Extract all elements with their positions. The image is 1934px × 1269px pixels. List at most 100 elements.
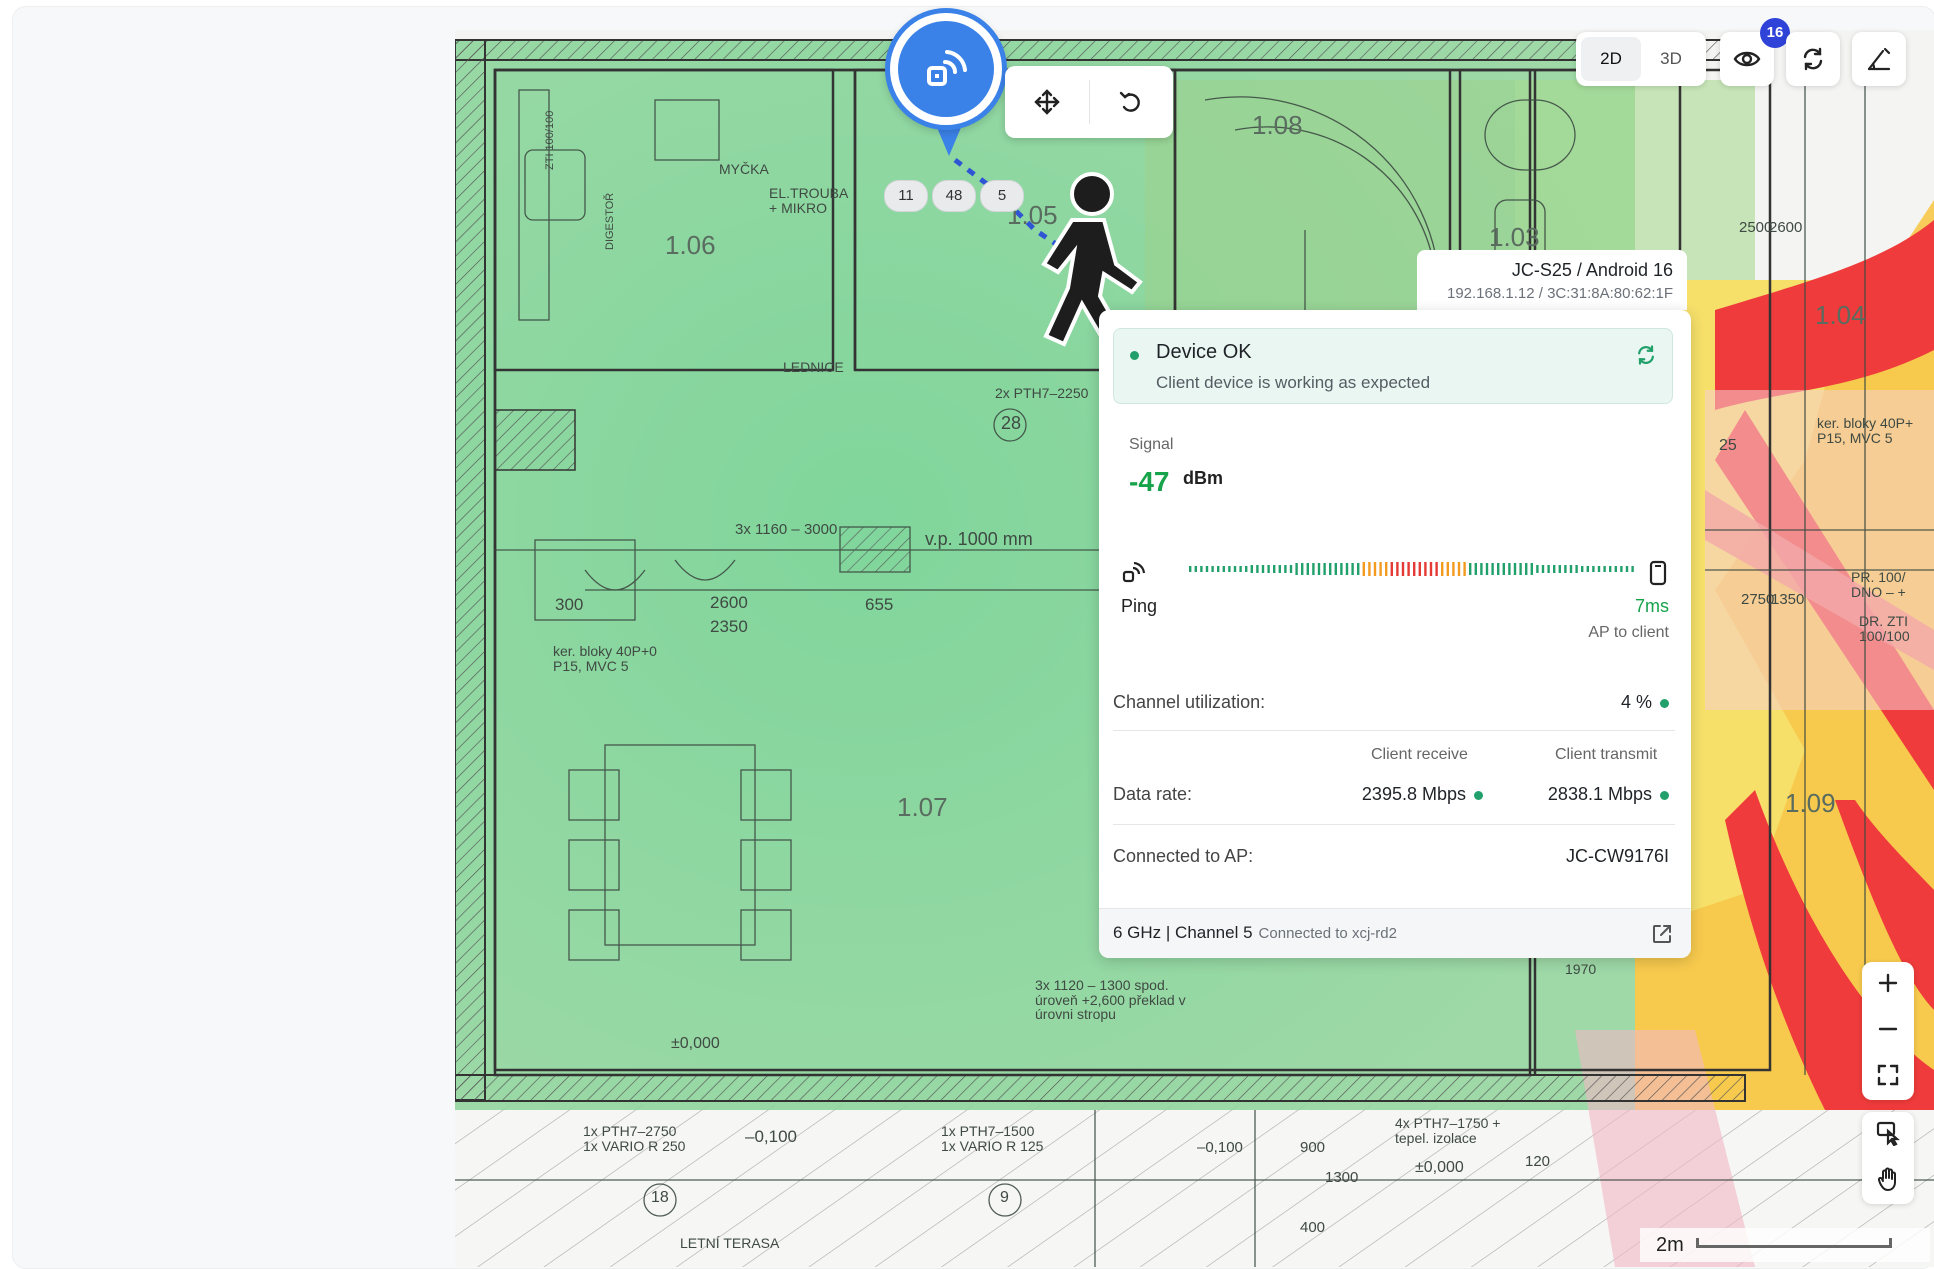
plan-annotation: ±0,000 [671,1035,720,1052]
plan-annotation: ker. bloky 40P+ P15, MVC 5 [1817,415,1914,446]
view-3d-button[interactable]: 3D [1641,37,1701,81]
channel-utilization-label: Channel utilization: [1113,692,1266,712]
plan-annotation: LETNÍ TERASA [680,1235,780,1251]
status-dot [1660,790,1669,800]
plan-annotation: 3x 1120 – 1300 spod. úroveň +2,600 překl… [1035,977,1186,1023]
plan-annotation: LEDNICE [783,359,844,375]
plan-annotation: 1300 [1325,1169,1359,1186]
connected-ap-value[interactable]: JC-CW9176I [1566,846,1669,867]
receive-rate: 2395.8 Mbps [1362,784,1483,805]
room-label: 1.09 [1785,788,1836,818]
ping-bar [1569,565,1573,573]
ping-quality-bars [1189,562,1634,576]
connected-to-text: Connected to xcj-rd2 [1258,925,1397,942]
ping-bar [1278,565,1281,573]
ping-bar [1463,562,1466,576]
channel-utilization-value: 4 % [1621,692,1669,713]
plan-annotation: 1x PTH7–2750 1x VARIO R 250 [583,1123,686,1154]
plan-annotation: PR. 100/ DNO – + [1851,569,1906,600]
ping-bar [1211,566,1214,572]
ping-bar [1306,563,1309,575]
channel-utilization-text: 4 % [1620,692,1652,712]
ping-bar [1435,562,1438,576]
data-rate-label: Data rate: [1113,784,1193,804]
divider [1113,730,1675,731]
external-link-icon[interactable] [1651,923,1673,950]
ping-bar [1312,563,1315,575]
plan-annotation: 2350 [710,617,748,636]
transmit-rate-text: 2838.1 Mbps [1547,784,1652,804]
plan-annotation: DR. ZTI 100/100 [1859,613,1910,644]
ping-bar [1452,562,1455,576]
ping-bar [1586,566,1589,572]
plan-annotation: 900 [1300,1139,1326,1156]
signal-label: Signal [1129,436,1174,453]
ping-bar [1379,562,1382,576]
room-label: 1.08 [1252,110,1303,140]
ping-bar [1228,566,1231,572]
ping-bar [1390,562,1393,576]
ping-bar [1401,562,1405,576]
ping-bar [1614,566,1617,572]
refresh-button[interactable] [1786,32,1840,86]
ping-bar [1289,565,1293,573]
ping-bar [1513,563,1517,575]
ping-bar [1625,566,1629,572]
room-label: 1.07 [897,792,948,822]
fullscreen-icon[interactable] [1876,1063,1900,1092]
view-2d-button[interactable]: 2D [1581,37,1641,81]
plan-annotation: 2600 [1769,219,1803,236]
view-mode-toggle: 2D 3D [1576,32,1706,86]
ping-bar [1200,566,1203,572]
plan-annotation: 2500 [1739,219,1773,236]
ping-bar [1497,563,1500,575]
ping-bar [1217,566,1220,572]
select-tool-icon[interactable] [1875,1120,1901,1151]
zoom-in-icon[interactable] [1876,971,1900,1000]
ping-bar [1345,563,1349,575]
ping-bar [1373,562,1377,576]
scale-line [1695,1238,1892,1248]
zoom-out-icon[interactable] [1876,1017,1900,1046]
device-header: JC-S25 / Android 16 192.168.1.12 / 3C:31… [1417,250,1687,310]
divider [1113,824,1675,825]
plan-annotation: 2x PTH7–2250 [995,385,1089,401]
ping-bar [1351,563,1354,575]
status-refresh-icon[interactable] [1634,343,1658,372]
wifi-device-icon [898,21,994,117]
access-point-marker[interactable] [885,8,1007,130]
marker-toolbar [1005,66,1173,138]
ping-bar [1396,562,1399,576]
ping-bar [1385,562,1388,576]
room-label: 1.04 [1815,300,1866,330]
plan-annotation: 1350 [1771,591,1805,608]
status-subtitle: Client device is working as expected [1156,373,1431,392]
move-icon[interactable] [1005,66,1089,138]
ping-bar [1413,562,1416,576]
ping-bar [1536,565,1539,573]
pan-hand-icon[interactable] [1875,1166,1901,1197]
ping-bar [1553,565,1556,573]
ping-bar [1491,563,1494,575]
ping-bar [1469,563,1472,575]
measure-icon [1867,47,1891,71]
status-title: Device OK [1156,341,1252,363]
ping-bar [1480,563,1483,575]
ping-bar [1474,563,1477,575]
plan-annotation: ±0,000 [1415,1159,1464,1176]
ping-bar [1418,562,1421,576]
client-receive-header: Client receive [1371,746,1468,763]
access-point-icon [1121,560,1147,591]
plan-annotation: DIGESTOŘ [604,192,616,250]
measure-button[interactable] [1852,32,1906,86]
room-label: 1.06 [665,230,716,260]
plan-annotation: 655 [865,595,894,614]
band-channel: 6 GHz | Channel 5 Connected to xcj-rd2 [1113,923,1397,943]
zoom-controls [1862,962,1914,1100]
ping-bar [1441,562,1444,576]
status-ok-dot [1130,351,1139,360]
ping-bar [1334,563,1337,575]
undo-icon[interactable] [1090,66,1174,138]
interaction-tools [1862,1112,1914,1204]
plan-annotation: –0,100 [745,1127,797,1146]
